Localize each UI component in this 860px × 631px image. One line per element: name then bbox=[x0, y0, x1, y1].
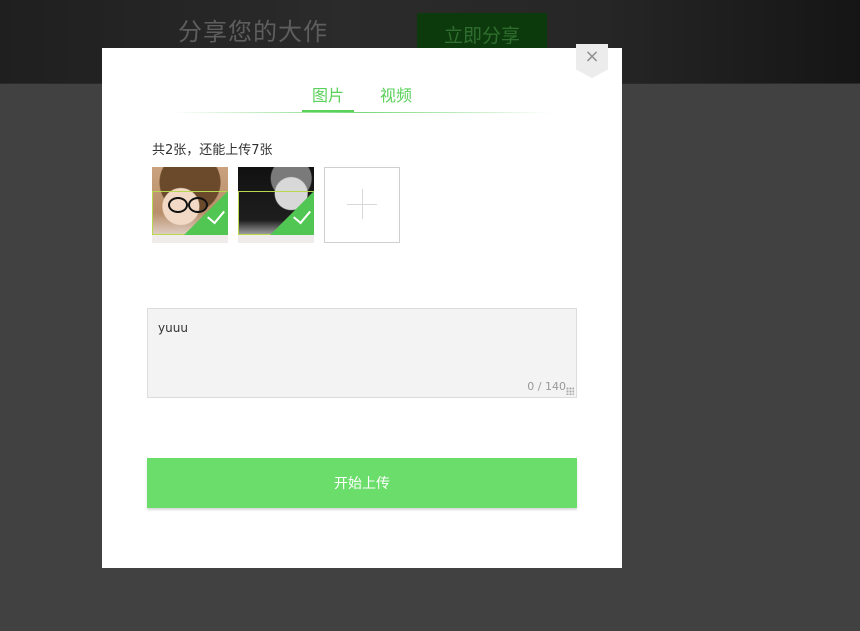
media-tabs: 图片 视频 bbox=[102, 84, 622, 114]
add-image-button[interactable] bbox=[324, 167, 400, 243]
char-counter: 0 / 140 bbox=[527, 380, 566, 393]
close-button[interactable]: × bbox=[576, 44, 608, 78]
thumbnail-item[interactable] bbox=[238, 167, 314, 243]
upload-modal: × 图片 视频 共2张，还能上传7张 yuuu 0 / 140 开始上传 bbox=[102, 44, 622, 568]
start-upload-button[interactable]: 开始上传 bbox=[147, 458, 577, 508]
thumbnail-footer bbox=[238, 235, 314, 243]
description-field-wrap: yuuu 0 / 140 bbox=[147, 308, 577, 398]
resize-grip-icon[interactable] bbox=[566, 387, 574, 395]
tab-divider bbox=[172, 112, 552, 113]
thumbnail-list bbox=[152, 167, 412, 243]
plus-icon bbox=[362, 189, 363, 219]
thumbnail-item[interactable] bbox=[152, 167, 228, 243]
upload-count-text: 共2张，还能上传7张 bbox=[152, 143, 273, 158]
close-icon: × bbox=[584, 46, 600, 67]
description-textarea[interactable]: yuuu bbox=[148, 309, 576, 397]
banner-title: 分享您的大作 bbox=[178, 18, 328, 46]
tab-photo[interactable]: 图片 bbox=[302, 84, 354, 112]
thumbnail-footer bbox=[152, 235, 228, 243]
tab-video[interactable]: 视频 bbox=[378, 84, 414, 110]
